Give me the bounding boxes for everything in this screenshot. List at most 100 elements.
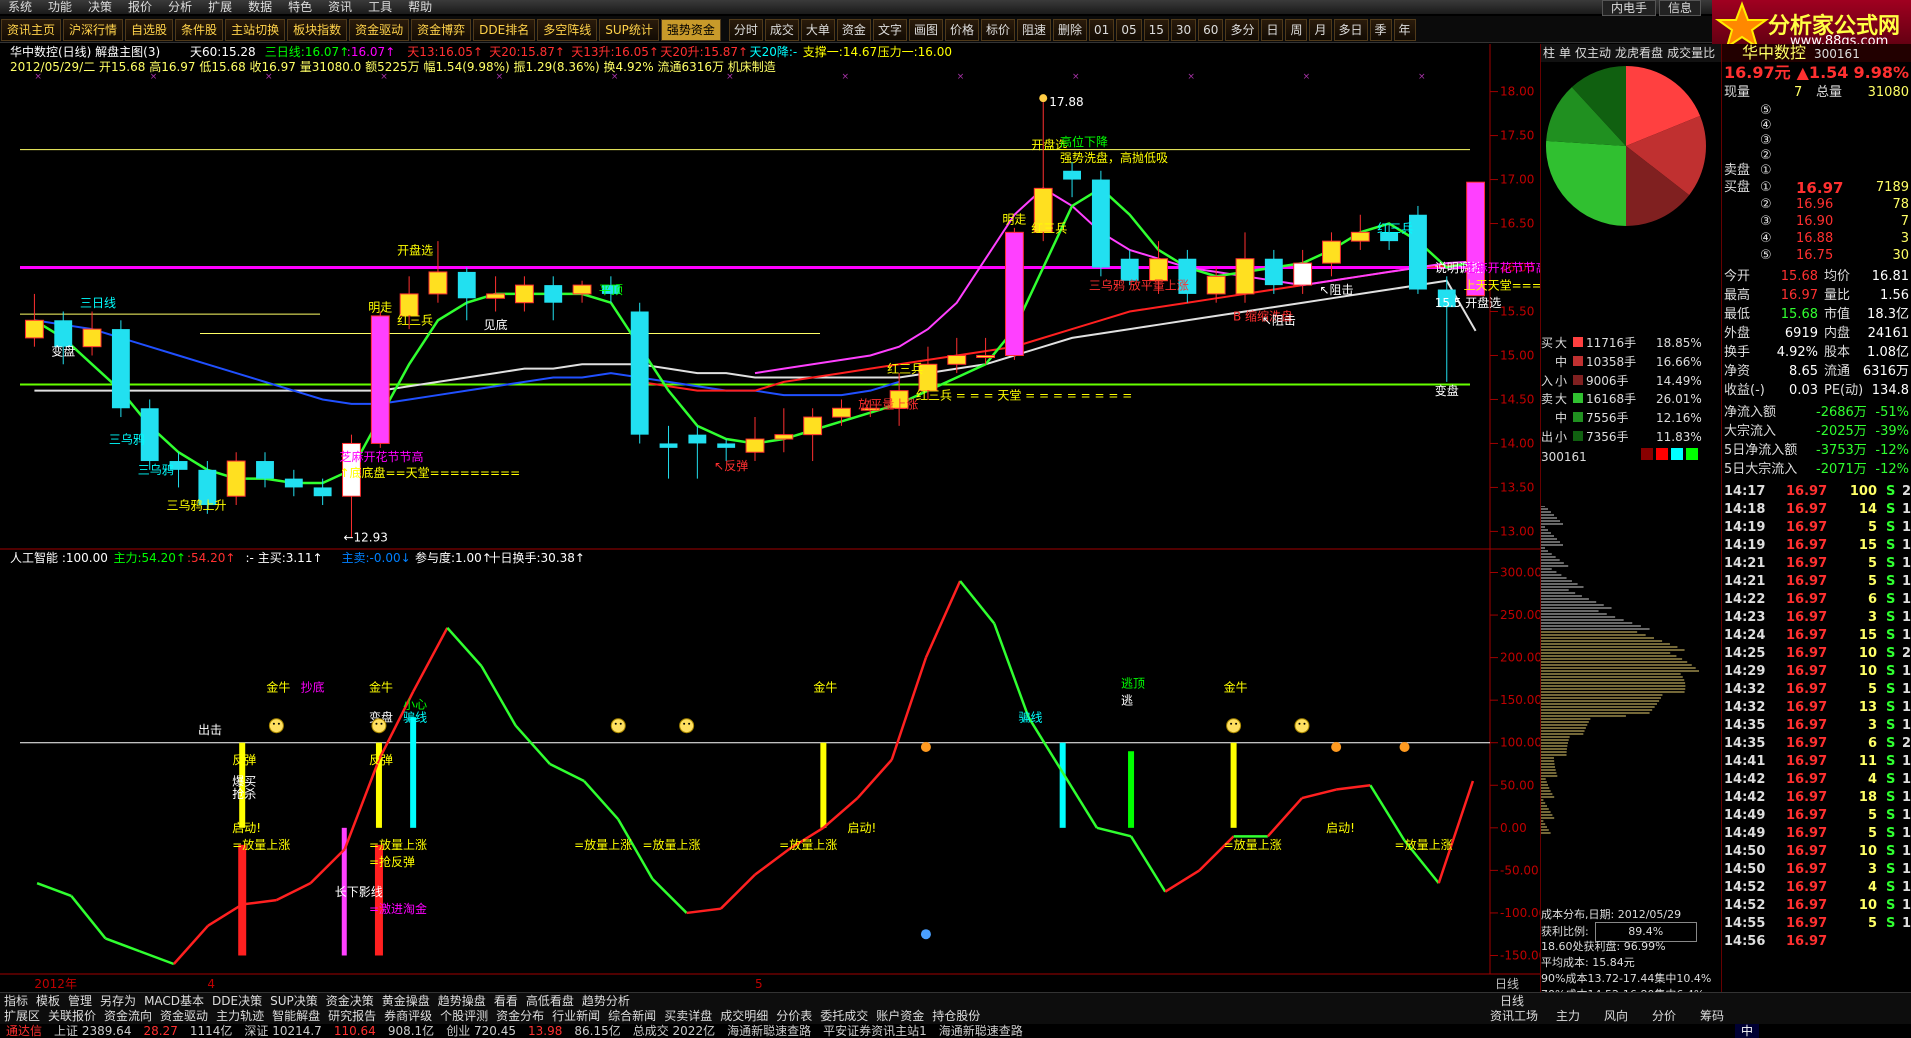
- toolbar-button[interactable]: 资金驱动: [349, 19, 410, 41]
- menu-item[interactable]: 功能: [40, 0, 80, 14]
- indicator-tab[interactable]: 资金决策: [322, 993, 378, 1009]
- panel-action-icon[interactable]: [1686, 448, 1698, 460]
- toolbar-button[interactable]: 资讯主页: [1, 19, 62, 41]
- extension-tab[interactable]: 主力轨迹: [212, 1008, 268, 1024]
- extension-tab[interactable]: 成交明细: [716, 1008, 772, 1024]
- indicator-tab[interactable]: 管理: [64, 993, 96, 1009]
- extension-tab[interactable]: 买卖详盘: [660, 1008, 716, 1024]
- period-button[interactable]: 资金: [836, 19, 871, 41]
- panel-tab[interactable]: 成交量比: [1665, 46, 1717, 60]
- extension-tab[interactable]: 综合新闻: [604, 1008, 660, 1024]
- toolbar-button[interactable]: DDE排名: [473, 19, 536, 41]
- period-button[interactable]: 05: [1116, 19, 1142, 41]
- period-button[interactable]: 年: [1393, 19, 1416, 41]
- candle[interactable]: [1004, 227, 1024, 360]
- menu-item[interactable]: 数据: [240, 0, 280, 14]
- extension-tab[interactable]: 行业新闻: [548, 1008, 604, 1024]
- indicator-tab[interactable]: 趋势分析: [578, 993, 634, 1009]
- period-button[interactable]: 周: [1285, 19, 1308, 41]
- period-button[interactable]: 日: [1261, 19, 1284, 41]
- panel-tab[interactable]: 仅主动: [1573, 46, 1613, 60]
- panel-tab[interactable]: 单: [1557, 46, 1573, 60]
- menu-item[interactable]: 系统: [0, 0, 40, 14]
- period-button[interactable]: 大单: [800, 19, 835, 41]
- toolbar-button[interactable]: 强势资金: [660, 19, 721, 41]
- period-button[interactable]: 文字: [872, 19, 907, 41]
- candle[interactable]: [370, 311, 390, 448]
- period-button[interactable]: 01: [1089, 19, 1115, 41]
- toolbar-button[interactable]: SUP统计: [599, 19, 659, 41]
- panel-action-icon[interactable]: [1641, 448, 1653, 460]
- right-bottom-tab[interactable]: 分价: [1640, 1008, 1688, 1024]
- indicator-tab[interactable]: 另存为: [96, 993, 140, 1009]
- period-button[interactable]: 阻速: [1017, 19, 1052, 41]
- toolbar-button[interactable]: 板块指数: [287, 19, 348, 41]
- right-bottom-tab[interactable]: 风向: [1592, 1008, 1640, 1024]
- info-factory-tab[interactable]: 资讯工场: [1486, 1008, 1542, 1024]
- toolbar-button[interactable]: 条件股: [175, 19, 224, 41]
- panel-tab[interactable]: 龙虎看盘: [1613, 46, 1665, 60]
- period-button[interactable]: 月: [1309, 19, 1332, 41]
- bid-row[interactable]: ③ 16.90 7: [1724, 213, 1911, 231]
- period-button[interactable]: 30: [1170, 19, 1197, 41]
- period-button[interactable]: 标价: [980, 19, 1015, 41]
- bid-row[interactable]: ⑤ 16.75 30: [1724, 247, 1911, 265]
- extension-tab[interactable]: 扩展区: [0, 1008, 44, 1024]
- ask-row[interactable]: 卖盘 ①: [1724, 162, 1911, 180]
- period-button[interactable]: 价格: [944, 19, 979, 41]
- ime-indicator[interactable]: 中: [1735, 1024, 1760, 1038]
- indicator-tab[interactable]: 黄金操盘: [378, 993, 434, 1009]
- top-right-button[interactable]: 内电手: [1601, 0, 1656, 16]
- indicator-tab[interactable]: 看看: [490, 993, 522, 1009]
- candle[interactable]: [1409, 205, 1427, 294]
- candle[interactable]: [630, 302, 649, 444]
- indicator-tab[interactable]: SUP决策: [266, 993, 322, 1009]
- panel-action-icon[interactable]: [1656, 448, 1668, 460]
- menu-item[interactable]: 特色: [280, 0, 320, 14]
- period-button[interactable]: 15: [1143, 19, 1169, 41]
- extension-tab[interactable]: 资金分布: [492, 1008, 548, 1024]
- indicator-tab[interactable]: 高低看盘: [522, 993, 578, 1009]
- indicator-tab[interactable]: 趋势操盘: [434, 993, 490, 1009]
- period-button[interactable]: 季: [1369, 19, 1392, 41]
- menu-item[interactable]: 决策: [80, 0, 120, 14]
- panel-action-icon[interactable]: [1671, 448, 1683, 460]
- indicator-tab[interactable]: MACD基本: [140, 993, 208, 1009]
- menu-item[interactable]: 帮助: [400, 0, 440, 14]
- panel-tab[interactable]: 柱: [1541, 46, 1557, 60]
- extension-tab[interactable]: 持仓股份: [928, 1008, 984, 1024]
- right-bottom-tab[interactable]: 主力: [1544, 1008, 1592, 1024]
- extension-tab[interactable]: 关联报价: [44, 1008, 100, 1024]
- candle[interactable]: [1091, 170, 1110, 277]
- period-button[interactable]: 分时: [728, 19, 763, 41]
- toolbar-button[interactable]: 自选股: [125, 19, 174, 41]
- extension-tab[interactable]: 分价表: [772, 1008, 816, 1024]
- menu-item[interactable]: 资讯: [320, 0, 360, 14]
- indicator-tab[interactable]: DDE决策: [208, 993, 266, 1009]
- candle[interactable]: [111, 320, 130, 418]
- indicator-tab[interactable]: 模板: [32, 993, 64, 1009]
- extension-tab[interactable]: 个股评测: [436, 1008, 492, 1024]
- extension-tab[interactable]: 资金流向: [100, 1008, 156, 1024]
- toolbar-button[interactable]: 多空阵线: [537, 19, 598, 41]
- right-bottom-tab[interactable]: 筹码: [1688, 1008, 1736, 1024]
- bid-row[interactable]: ② 16.96 78: [1724, 196, 1911, 214]
- menu-item[interactable]: 扩展: [200, 0, 240, 14]
- period-button[interactable]: 多日: [1333, 19, 1368, 41]
- period-button[interactable]: 多分: [1225, 19, 1260, 41]
- menu-item[interactable]: 工具: [360, 0, 400, 14]
- kline-chart[interactable]: 华中数控(日线) 解盘主图(3) 天60:15.28 三日线:16.07↑:16.0…: [0, 44, 1658, 992]
- period-button[interactable]: 画图: [908, 19, 943, 41]
- bid-row[interactable]: ④ 16.88 3: [1724, 230, 1911, 248]
- extension-tab[interactable]: 智能解盘: [268, 1008, 324, 1024]
- indicator-tab[interactable]: 指标: [0, 993, 32, 1009]
- extension-tab[interactable]: 账户资金: [872, 1008, 928, 1024]
- chart-area[interactable]: 华中数控(日线) 解盘主图(3) 天60:15.28 三日线:16.07↑:16.0…: [0, 44, 1658, 992]
- toolbar-button[interactable]: 沪深行情: [63, 19, 124, 41]
- period-button[interactable]: 60: [1198, 19, 1224, 41]
- period-tab[interactable]: 日线: [1496, 993, 1528, 1009]
- extension-tab[interactable]: 券商评级: [380, 1008, 436, 1024]
- period-button[interactable]: 成交: [764, 19, 799, 41]
- menu-item[interactable]: 分析: [160, 0, 200, 14]
- toolbar-button[interactable]: 资金博弈: [411, 19, 472, 41]
